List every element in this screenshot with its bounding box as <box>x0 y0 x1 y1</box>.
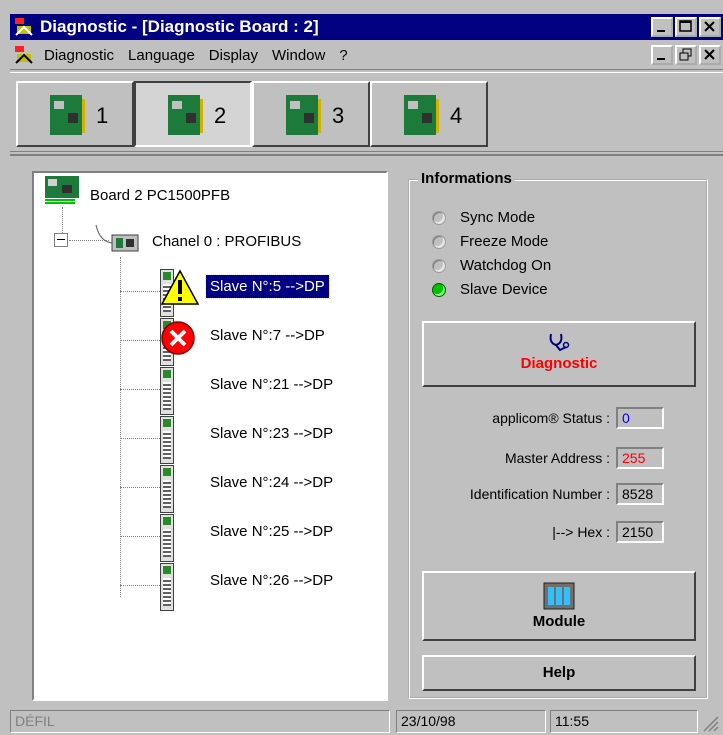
status-date: 23/10/98 <box>396 710 546 733</box>
watchdog-label: Watchdog On <box>460 257 552 274</box>
hex-row: |--> Hex : 2150 <box>552 521 664 543</box>
status-label: applicom® Status : <box>492 410 610 426</box>
network-tree[interactable]: Board 2 PC1500PFB Chanel 0 : PROFIBUS Sl… <box>32 171 388 701</box>
board-button-2[interactable]: 2 <box>134 81 252 147</box>
main-panel: Board 2 PC1500PFB Chanel 0 : PROFIBUS Sl… <box>10 154 723 704</box>
ident-number-row: Identification Number : 8528 <box>470 483 664 505</box>
sync-mode-indicator: Sync Mode <box>432 209 535 226</box>
module-label: Module <box>532 613 586 630</box>
doc-restore-button[interactable] <box>675 45 697 65</box>
board-button-1[interactable]: 1 <box>16 81 134 147</box>
menu-window[interactable]: Window <box>272 47 325 64</box>
close-icon <box>704 49 715 60</box>
ident-number-field: 8528 <box>616 483 664 505</box>
board-node[interactable]: Board 2 PC1500PFB <box>90 187 230 204</box>
board-number: 4 <box>450 103 463 128</box>
menu-bar: Diagnostic Language Display Window ? <box>10 40 723 70</box>
ident-number-label: Identification Number : <box>469 486 610 502</box>
board-card-icon <box>168 95 203 135</box>
restore-icon <box>679 48 692 61</box>
menu-display[interactable]: Display <box>209 47 258 64</box>
help-button[interactable]: Help <box>422 655 696 691</box>
informations-title: Informations <box>418 170 515 187</box>
close-button[interactable] <box>699 17 721 37</box>
status-mode: DÉFIL <box>10 710 390 733</box>
board-toolbar: 1 2 3 4 <box>10 72 723 152</box>
close-icon <box>704 21 715 32</box>
menu-help[interactable]: ? <box>339 47 347 64</box>
status-time: 11:55 <box>550 710 698 733</box>
board-button-4[interactable]: 4 <box>370 81 488 147</box>
error-icon <box>161 321 195 355</box>
warning-icon <box>160 269 200 305</box>
stethoscope-icon <box>549 333 570 352</box>
slave-module-icon <box>160 416 174 464</box>
minimize-icon <box>657 30 665 32</box>
document-icon[interactable] <box>14 45 34 65</box>
channel-node[interactable]: Chanel 0 : PROFIBUS <box>152 233 301 250</box>
freeze-mode-led <box>432 234 446 249</box>
slave-node[interactable]: Slave N°:7 -->DP <box>206 324 329 347</box>
collapse-icon[interactable] <box>54 233 68 247</box>
module-button[interactable]: Module <box>422 571 696 641</box>
slave-device-led <box>432 282 446 297</box>
hex-field: 2150 <box>616 521 664 543</box>
sync-mode-led <box>432 210 446 225</box>
diagnostic-label: Diagnostic <box>520 355 598 372</box>
freeze-mode-label: Freeze Mode <box>460 233 549 250</box>
doc-minimize-button[interactable] <box>651 45 673 65</box>
slave-node[interactable]: Slave N°:25 -->DP <box>206 520 337 543</box>
slave-node[interactable]: Slave N°:24 -->DP <box>206 471 337 494</box>
window-title: Diagnostic - [Diagnostic Board : 2] <box>40 17 319 36</box>
slave-module-icon <box>160 563 174 611</box>
app-icon <box>15 18 33 36</box>
menu-language[interactable]: Language <box>128 47 195 64</box>
status-row: applicom® Status : 0 <box>492 407 664 429</box>
title-bar: Diagnostic - [Diagnostic Board : 2] <box>10 14 723 40</box>
maximize-button[interactable] <box>675 17 697 37</box>
board-number: 2 <box>214 103 227 128</box>
watchdog-led <box>432 258 446 273</box>
master-address-label: Master Address : <box>504 450 610 466</box>
minimize-icon <box>657 58 665 60</box>
slave-device-label: Slave Device <box>460 281 548 298</box>
minimize-button[interactable] <box>651 17 673 37</box>
status-field: 0 <box>616 407 664 429</box>
slave-node[interactable]: Slave N°:21 -->DP <box>206 373 337 396</box>
slave-module-icon <box>160 367 174 415</box>
slave-node[interactable]: Slave N°:5 -->DP <box>205 274 330 299</box>
sync-mode-label: Sync Mode <box>460 209 536 226</box>
board-icon <box>45 176 79 204</box>
module-icon <box>543 582 575 610</box>
board-card-icon <box>404 95 439 135</box>
maximize-icon <box>679 20 692 32</box>
board-card-icon <box>50 95 85 135</box>
slave-module-icon <box>160 514 174 562</box>
board-number: 1 <box>96 103 109 128</box>
board-button-3[interactable]: 3 <box>252 81 370 147</box>
resize-grip-icon[interactable] <box>701 714 719 732</box>
doc-close-button[interactable] <box>699 45 721 65</box>
freeze-mode-indicator: Freeze Mode <box>432 233 548 250</box>
slave-node[interactable]: Slave N°:23 -->DP <box>206 422 337 445</box>
master-address-field: 255 <box>616 447 664 469</box>
hex-label: |--> Hex : <box>552 524 610 540</box>
informations-group: Informations Sync Mode Freeze Mode Watch… <box>408 170 708 699</box>
slave-node[interactable]: Slave N°:26 -->DP <box>206 569 337 592</box>
diagnostic-button[interactable]: Diagnostic <box>422 321 696 387</box>
watchdog-indicator: Watchdog On <box>432 257 551 274</box>
slave-device-indicator: Slave Device <box>432 281 548 298</box>
menu-diagnostic[interactable]: Diagnostic <box>44 47 114 64</box>
board-number: 3 <box>332 103 345 128</box>
channel-icon <box>95 224 139 252</box>
master-address-row: Master Address : 255 <box>505 447 664 469</box>
slave-module-icon <box>160 465 174 513</box>
board-card-icon <box>286 95 321 135</box>
status-bar: DÉFIL 23/10/98 11:55 <box>10 708 723 735</box>
